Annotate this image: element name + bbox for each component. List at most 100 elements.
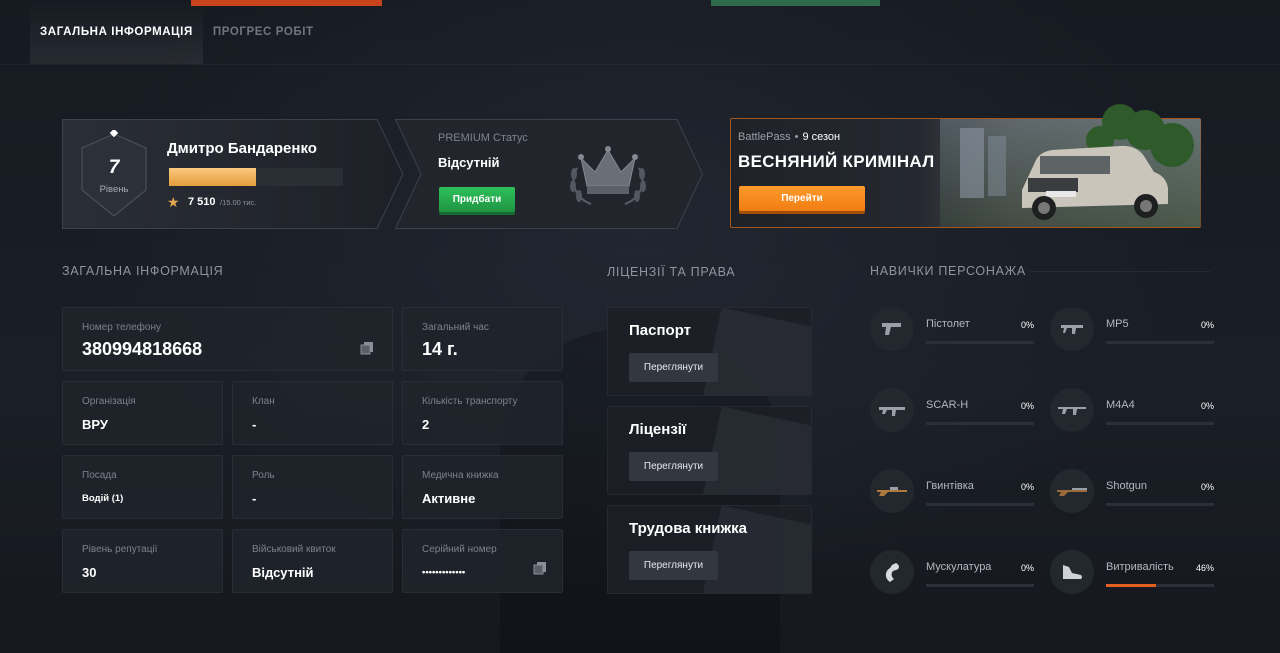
smg-icon <box>1050 307 1094 351</box>
total-time-label: Загальний час <box>422 322 489 333</box>
document-title: Ліцензії <box>629 421 687 438</box>
battlepass-label: BattlePass • 9 сезон <box>738 131 840 143</box>
phone-value: 380994818668 <box>82 339 203 359</box>
battlepass-season: 9 сезон <box>802 131 841 143</box>
skill-name: MP5 <box>1106 318 1129 330</box>
xp-max: /15.00 тис. <box>220 198 257 207</box>
organization-label: Організація <box>82 396 136 407</box>
reputation-label: Рівень репутації <box>82 544 158 555</box>
skill-percent: 0% <box>1200 401 1214 411</box>
document-card-passport: Паспорт Переглянути <box>607 307 812 396</box>
rifle-icon <box>870 388 914 432</box>
role-label: Роль <box>252 470 275 481</box>
copy-phone-icon[interactable] <box>360 341 374 355</box>
skill-progress-bar <box>926 584 1034 587</box>
info-position-cell: Посада Водій (1) <box>62 455 223 519</box>
document-paper-decor <box>702 308 811 395</box>
view-workbook-button[interactable]: Переглянути <box>629 551 718 580</box>
organization-value: ВРУ <box>82 417 108 432</box>
document-title: Трудова книжка <box>629 520 748 537</box>
muscle-icon <box>870 550 914 594</box>
skill-progress-bar <box>1106 341 1214 344</box>
pistol-icon <box>870 307 914 351</box>
buy-premium-button[interactable]: Придбати <box>439 187 515 212</box>
battlepass-name: BattlePass <box>738 131 791 143</box>
role-value: - <box>252 491 257 506</box>
skill-progress-bar <box>1106 503 1214 506</box>
military-value: Відсутній <box>252 565 314 580</box>
premium-status-label: PREMIUM Статус <box>438 132 528 144</box>
tab-general-info[interactable]: ЗАГАЛЬНА ІНФОРМАЦІЯ <box>30 0 203 64</box>
player-name: Дмитро Бандаренко <box>167 140 317 157</box>
document-paper-decor <box>702 506 811 593</box>
document-card-licenses: Ліцензії Переглянути <box>607 406 812 495</box>
battlepass-dot: • <box>794 131 799 143</box>
info-medical-cell: Медична книжка Активне <box>402 455 563 519</box>
skill-progress-bar <box>926 341 1034 344</box>
sneaker-icon <box>1050 550 1094 594</box>
skill-progress-bar <box>1106 584 1214 587</box>
xp-current: 7 510 <box>188 196 216 208</box>
position-value: Водій (1) <box>82 493 124 504</box>
copy-serial-icon[interactable] <box>533 561 547 575</box>
skill-sniper-rifle: Гвинтівка 0% <box>870 469 1034 519</box>
star-icon: ★ <box>167 194 180 210</box>
skill-pistol: Пістолет 0% <box>870 307 1034 357</box>
info-military-cell: Військовий квиток Відсутній <box>232 529 393 593</box>
xp-progress-fill <box>169 168 256 186</box>
crown-icon <box>570 146 646 205</box>
view-licenses-button[interactable]: Переглянути <box>629 452 718 481</box>
go-battlepass-button[interactable]: Перейти <box>739 186 865 211</box>
document-title: Паспорт <box>629 322 691 339</box>
battlepass-title: ВЕСНЯНИЙ КРИМІНАЛ <box>738 152 935 171</box>
clan-label: Клан <box>252 396 275 407</box>
skills-title-line <box>1030 271 1210 272</box>
reputation-value: 30 <box>82 565 97 580</box>
skill-name: Мускулатура <box>926 561 992 573</box>
tab-bar: ЗАГАЛЬНА ІНФОРМАЦІЯ ПРОГРЕС РОБІТ <box>30 0 324 64</box>
skill-percent: 0% <box>1020 563 1034 573</box>
info-total-time-cell: Загальний час 14 г. <box>402 307 563 371</box>
view-passport-button[interactable]: Переглянути <box>629 353 718 382</box>
skill-name: Пістолет <box>926 318 970 330</box>
xp-progress-bar <box>169 168 343 186</box>
skill-name: SCAR-H <box>926 399 969 411</box>
skill-name: Гвинтівка <box>926 480 974 492</box>
tabs-divider <box>0 64 1280 65</box>
info-serial-cell: Серійний номер ••••••••••••• <box>402 529 563 593</box>
skill-m4a4: M4A4 0% <box>1050 388 1214 438</box>
vehicles-value: 2 <box>422 417 430 432</box>
skill-name: M4A4 <box>1106 399 1135 411</box>
skill-stamina: Витривалість 46% <box>1050 550 1214 600</box>
info-phone-cell: Номер телефону 380994818668 <box>62 307 393 371</box>
info-clan-cell: Клан - <box>232 381 393 445</box>
skill-progress-bar <box>926 422 1034 425</box>
info-organization-cell: Організація ВРУ <box>62 381 223 445</box>
skill-progress-fill <box>1106 584 1156 587</box>
section-title-skills: НАВИЧКИ ПЕРСОНАЖА <box>870 264 1026 278</box>
skill-name: Витривалість <box>1106 561 1174 573</box>
shotgun-icon <box>1050 469 1094 513</box>
total-time-value: 14 г. <box>422 339 458 359</box>
clan-value: - <box>252 417 257 432</box>
document-paper-decor <box>702 407 811 494</box>
sniper-rifle-icon <box>870 469 914 513</box>
skill-shotgun: Shotgun 0% <box>1050 469 1214 519</box>
premium-status-value: Відсутній <box>438 155 500 170</box>
skill-muscles: Мускулатура 0% <box>870 550 1034 600</box>
phone-label: Номер телефону <box>82 322 161 333</box>
player-level: 7 <box>108 157 120 178</box>
info-role-cell: Роль - <box>232 455 393 519</box>
skill-percent: 0% <box>1020 320 1034 330</box>
skill-percent: 0% <box>1020 482 1034 492</box>
battlepass-car-artwork <box>940 104 1201 227</box>
medical-value: Активне <box>422 491 476 506</box>
tab-work-progress[interactable]: ПРОГРЕС РОБІТ <box>203 0 324 64</box>
skill-name: Shotgun <box>1106 480 1147 492</box>
serial-value: ••••••••••••• <box>422 567 466 578</box>
skill-mp5: MP5 0% <box>1050 307 1214 357</box>
skill-progress-bar <box>1106 422 1214 425</box>
skill-percent: 0% <box>1200 482 1214 492</box>
skill-progress-bar <box>926 503 1034 506</box>
vehicles-label: Кількість транспорту <box>422 396 518 407</box>
